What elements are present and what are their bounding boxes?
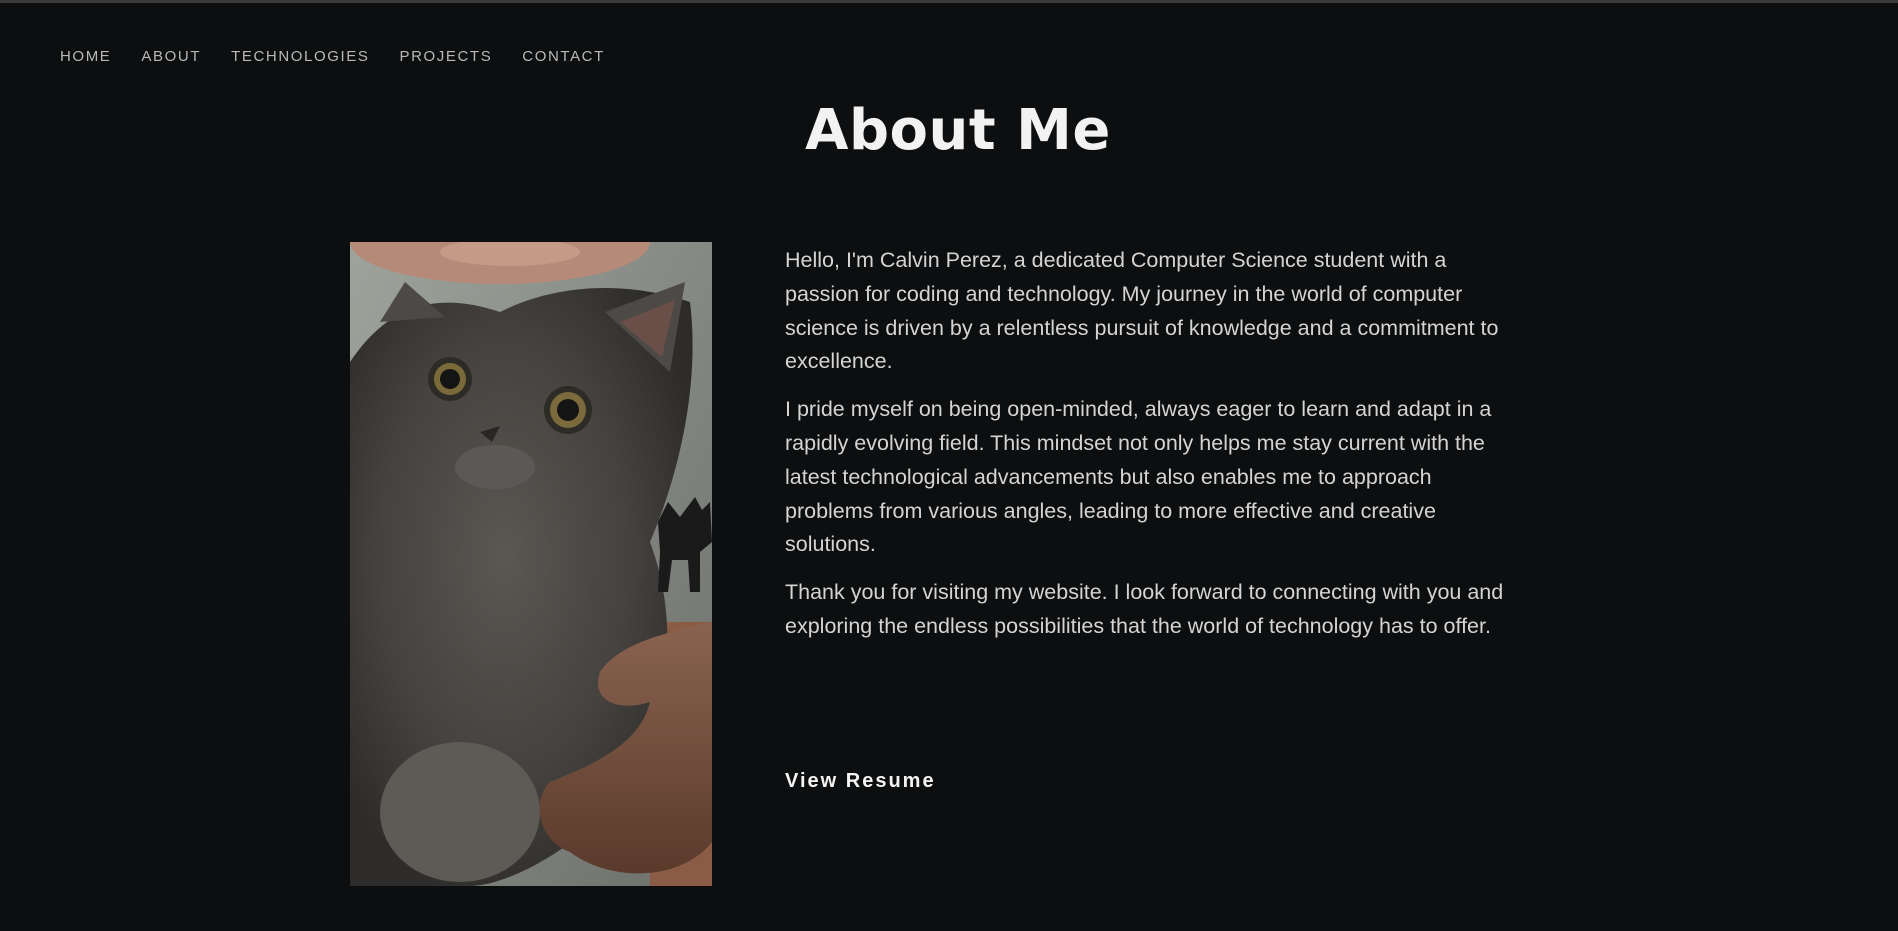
nav-item-home[interactable]: HOME (60, 48, 111, 66)
nav-item-technologies[interactable]: TECHNOLOGIES (231, 48, 369, 66)
page-title: About Me (0, 96, 1898, 166)
about-paragraph-2: I pride myself on being open-minded, alw… (785, 397, 1492, 557)
nav-item-projects[interactable]: PROJECTS (399, 48, 492, 66)
nav-item-contact[interactable]: CONTACT (522, 48, 605, 66)
about-text: Hello, I'm Calvin Perez, a dedicated Com… (785, 244, 1515, 658)
view-resume-link[interactable]: View Resume (785, 770, 936, 793)
page: HOME ABOUT TECHNOLOGIES PROJECTS CONTACT… (0, 0, 1898, 931)
about-paragraph-1: Hello, I'm Calvin Perez, a dedicated Com… (785, 248, 1499, 374)
page-title-text: About Me (805, 98, 1111, 163)
cat-photo-icon (350, 242, 712, 886)
about-paragraph-3: Thank you for visiting my website. I loo… (785, 580, 1504, 638)
top-border (0, 0, 1898, 3)
main-nav: HOME ABOUT TECHNOLOGIES PROJECTS CONTACT (60, 48, 635, 66)
nav-item-about[interactable]: ABOUT (141, 48, 201, 66)
profile-photo (350, 242, 712, 886)
